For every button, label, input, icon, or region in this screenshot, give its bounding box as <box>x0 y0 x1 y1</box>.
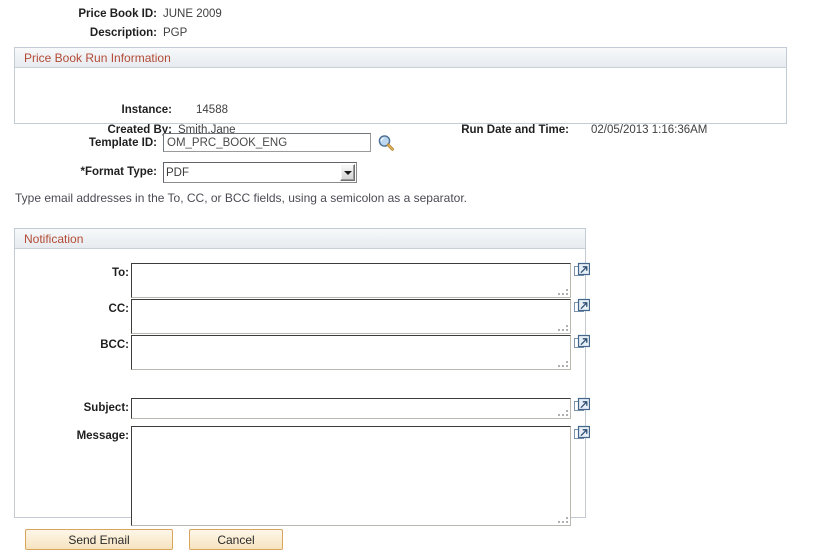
bcc-field-wrap <box>131 335 571 370</box>
email-instructions-text: Type email addresses in the To, CC, or B… <box>15 191 467 205</box>
description-value: PGP <box>163 27 188 39</box>
format-type-select[interactable]: PDFHTMRTFXLS <box>163 162 357 183</box>
bcc-input[interactable] <box>131 335 571 370</box>
price-book-id-row: Price Book ID: JUNE 2009 <box>0 6 817 25</box>
price-book-run-information-panel: Price Book Run Information Instance: 145… <box>14 47 787 136</box>
message-label: Message: <box>76 430 129 442</box>
cancel-button[interactable]: Cancel <box>189 529 283 550</box>
magnifying-glass-icon <box>378 135 394 151</box>
bcc-label: BCC: <box>100 339 129 351</box>
header-fields: Price Book ID: JUNE 2009 Description: PG… <box>0 6 817 44</box>
expand-popup-icon <box>574 425 591 439</box>
subject-label: Subject: <box>83 402 129 414</box>
price-book-id-value: JUNE 2009 <box>163 8 222 20</box>
notification-panel: Notification To: CC: BCC: Subject: Messa… <box>14 228 591 526</box>
expand-popup-icon <box>574 298 591 312</box>
template-id-input[interactable] <box>163 133 371 152</box>
to-expand-button[interactable] <box>574 262 591 278</box>
message-field-wrap <box>131 426 571 526</box>
send-email-button[interactable]: Send Email <box>25 529 173 550</box>
format-type-label: *Format Type: <box>80 166 157 178</box>
message-expand-button[interactable] <box>574 425 591 441</box>
expand-popup-icon <box>574 262 591 276</box>
description-label: Description: <box>89 27 157 39</box>
expand-popup-icon <box>574 397 591 411</box>
bcc-expand-button[interactable] <box>574 334 591 350</box>
price-book-run-information-title: Price Book Run Information <box>15 48 786 68</box>
created-by-label: Created By: <box>107 124 172 136</box>
subject-expand-button[interactable] <box>574 397 591 413</box>
price-book-id-label: Price Book ID: <box>78 8 157 20</box>
to-input[interactable] <box>131 263 571 298</box>
to-label: To: <box>111 267 129 279</box>
description-row: Description: PGP <box>0 25 817 44</box>
to-field-wrap <box>131 263 571 298</box>
instance-label: Instance: <box>121 104 173 116</box>
notification-title: Notification <box>15 229 585 249</box>
template-id-label: Template ID: <box>88 137 157 149</box>
message-input[interactable] <box>131 426 571 526</box>
instance-value: 14588 <box>196 104 228 116</box>
cc-input[interactable] <box>131 299 571 334</box>
subject-field-wrap <box>131 398 571 419</box>
subject-input[interactable] <box>131 398 571 419</box>
cc-expand-button[interactable] <box>574 298 591 314</box>
cc-field-wrap <box>131 299 571 334</box>
run-date-label: Run Date and Time: <box>461 124 569 136</box>
lookup-icon[interactable] <box>377 134 395 152</box>
expand-popup-icon <box>574 334 591 348</box>
run-date-value: 02/05/2013 1:16:36AM <box>591 124 708 136</box>
cc-label: CC: <box>108 303 129 315</box>
